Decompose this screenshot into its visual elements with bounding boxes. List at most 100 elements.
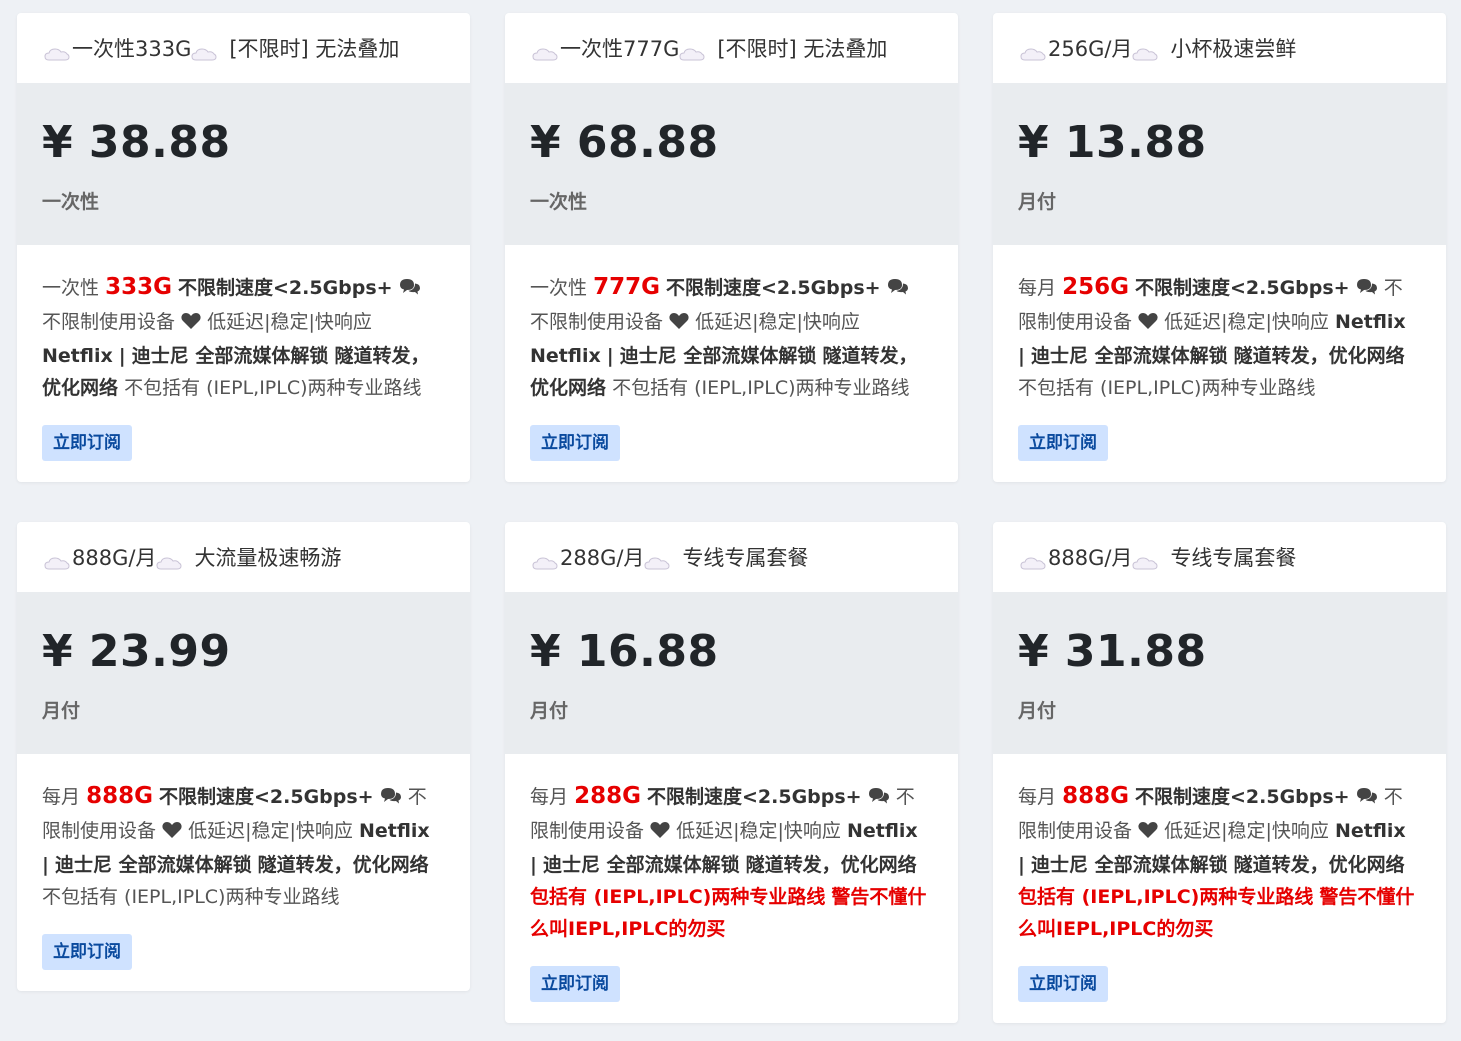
quota-amount: 333G — [105, 274, 172, 300]
netflix-text: Netflix — [1334, 311, 1406, 333]
cloud-icon — [156, 551, 182, 570]
latency-text: 低延迟|稳定|快响应 — [676, 820, 841, 842]
plan-price: ¥ 23.99 — [42, 626, 231, 677]
quota-amount: 888G — [1062, 783, 1129, 809]
subscribe-button[interactable]: 立即订阅 — [530, 966, 620, 1002]
plan-description: 一次性 333G 不限制速度<2.5Gbps+ 不限制使用设备 低延迟|稳定|快… — [42, 274, 430, 399]
billing-cycle: 月付 — [42, 700, 81, 722]
cloud-icon — [1020, 42, 1046, 61]
plan-name: 888G/月 — [1048, 546, 1133, 570]
speed-text: 不限制速度<2.5Gbps+ — [1135, 277, 1350, 299]
netflix-text: Netflix — [358, 820, 430, 842]
speed-text: 不限制速度<2.5Gbps+ — [178, 277, 393, 299]
cloud-icon — [44, 42, 70, 61]
plan-description: 每月 256G 不限制速度<2.5Gbps+ 不限制使用设备 低延迟|稳定|快响… — [1018, 274, 1406, 399]
quota-amount: 256G — [1062, 274, 1129, 300]
heart-icon — [1138, 308, 1158, 340]
subscribe-button[interactable]: 立即订阅 — [1018, 966, 1108, 1002]
plan-header: 888G/月 大流量极速畅游 — [17, 522, 470, 592]
subscribe-button[interactable]: 立即订阅 — [42, 425, 132, 461]
quota-prefix: 一次性 — [42, 277, 100, 299]
plan-tag: 小杯极速尝鲜 — [1170, 37, 1297, 61]
latency-text: 低延迟|稳定|快响应 — [1164, 820, 1329, 842]
netflix-text: Netflix — [530, 345, 601, 367]
plan-card: 一次性777G [不限时] 无法叠加 ¥ 68.88 一次性 一次性 777G … — [505, 13, 958, 482]
heart-icon — [650, 817, 670, 849]
devices-text: 不限制使用设备 — [530, 311, 664, 333]
quota-prefix: 一次性 — [530, 277, 588, 299]
tunnel-text: 隧道转发，优化网络 — [1233, 854, 1405, 876]
plan-description: 一次性 777G 不限制速度<2.5Gbps+ 不限制使用设备 低延迟|稳定|快… — [530, 274, 918, 399]
quota-prefix: 每月 — [530, 786, 569, 808]
subscribe-button[interactable]: 立即订阅 — [530, 425, 620, 461]
subscribe-button[interactable]: 立即订阅 — [42, 934, 132, 970]
disney-text: 迪士尼 全部流媒体解锁 — [55, 854, 252, 876]
disney-text: 迪士尼 全部流媒体解锁 — [619, 345, 817, 367]
billing-cycle: 一次性 — [530, 191, 588, 213]
latency-text: 低延迟|稳定|快响应 — [207, 311, 372, 333]
tunnel-text: 隧道转发，优化网络 — [257, 854, 429, 876]
plan-tag: 专线专属套餐 — [682, 546, 809, 570]
plan-header: 888G/月 专线专属套餐 — [993, 522, 1446, 592]
plan-card: 888G/月 专线专属套餐 ¥ 31.88 月付 每月 888G 不限制速度<2… — [993, 522, 1446, 1023]
latency-text: 低延迟|稳定|快响应 — [1164, 311, 1329, 333]
cloud-icon — [1132, 42, 1158, 61]
cloud-icon — [44, 551, 70, 570]
quota-prefix: 每月 — [42, 786, 81, 808]
cloud-icon — [532, 551, 558, 570]
tunnel-text: 隧道转发，优化网络 — [745, 854, 917, 876]
plan-price: ¥ 38.88 — [42, 117, 231, 168]
plan-name: 256G/月 — [1048, 37, 1133, 61]
speed-text: 不限制速度<2.5Gbps+ — [647, 786, 862, 808]
heart-icon — [162, 817, 182, 849]
price-band: ¥ 13.88 月付 — [993, 83, 1446, 245]
speed-text: 不限制速度<2.5Gbps+ — [666, 277, 881, 299]
netflix-text: Netflix — [1334, 820, 1406, 842]
plan-name: 一次性777G — [560, 37, 680, 61]
route-text: 包括有 (IEPL,IPLC)两种专业路线 — [1018, 886, 1314, 908]
price-band: ¥ 68.88 一次性 — [505, 83, 958, 245]
latency-text: 低延迟|稳定|快响应 — [695, 311, 860, 333]
cloud-icon — [191, 42, 217, 61]
plan-name: 888G/月 — [72, 546, 157, 570]
plan-header: 288G/月 专线专属套餐 — [505, 522, 958, 592]
tunnel-text: 隧道转发，优化网络 — [1233, 345, 1405, 367]
cloud-icon — [1020, 551, 1046, 570]
route-text: 不包括有 (IEPL,IPLC)两种专业路线 — [612, 377, 910, 399]
quota-prefix: 每月 — [1018, 277, 1057, 299]
price-band: ¥ 38.88 一次性 — [17, 83, 470, 245]
route-text: 不包括有 (IEPL,IPLC)两种专业路线 — [42, 886, 340, 908]
chat-icon — [1356, 274, 1378, 306]
cloud-icon — [644, 551, 670, 570]
cloud-icon — [1132, 551, 1158, 570]
plan-price: ¥ 31.88 — [1018, 626, 1207, 677]
plan-tag: [不限时] 无法叠加 — [717, 37, 888, 61]
chat-icon — [1356, 783, 1378, 815]
plan-name: 一次性333G — [72, 37, 192, 61]
price-band: ¥ 31.88 月付 — [993, 592, 1446, 754]
chat-icon — [399, 274, 421, 306]
plan-header: 一次性777G [不限时] 无法叠加 — [505, 13, 958, 83]
plan-card: 288G/月 专线专属套餐 ¥ 16.88 月付 每月 288G 不限制速度<2… — [505, 522, 958, 1023]
route-text: 不包括有 (IEPL,IPLC)两种专业路线 — [124, 377, 422, 399]
heart-icon — [1138, 817, 1158, 849]
quota-prefix: 每月 — [1018, 786, 1057, 808]
devices-text: 不限制使用设备 — [42, 311, 176, 333]
plan-price: ¥ 16.88 — [530, 626, 719, 677]
speed-text: 不限制速度<2.5Gbps+ — [1135, 786, 1350, 808]
chat-icon — [868, 783, 890, 815]
cloud-icon — [679, 42, 705, 61]
plan-description: 每月 888G 不限制速度<2.5Gbps+ 不限制使用设备 低延迟|稳定|快响… — [1018, 783, 1415, 940]
subscribe-button[interactable]: 立即订阅 — [1018, 425, 1108, 461]
disney-text: 迪士尼 全部流媒体解锁 — [1031, 345, 1228, 367]
plan-tag: 大流量极速畅游 — [194, 546, 342, 570]
disney-text: 迪士尼 全部流媒体解锁 — [1031, 854, 1228, 876]
plan-card: 一次性333G [不限时] 无法叠加 ¥ 38.88 一次性 一次性 333G … — [17, 13, 470, 482]
billing-cycle: 一次性 — [42, 191, 100, 213]
plan-description: 每月 888G 不限制速度<2.5Gbps+ 不限制使用设备 低延迟|稳定|快响… — [42, 783, 430, 908]
chat-icon — [380, 783, 402, 815]
plan-description: 每月 288G 不限制速度<2.5Gbps+ 不限制使用设备 低延迟|稳定|快响… — [530, 783, 927, 940]
billing-cycle: 月付 — [1018, 700, 1057, 722]
heart-icon — [669, 308, 689, 340]
speed-text: 不限制速度<2.5Gbps+ — [159, 786, 374, 808]
